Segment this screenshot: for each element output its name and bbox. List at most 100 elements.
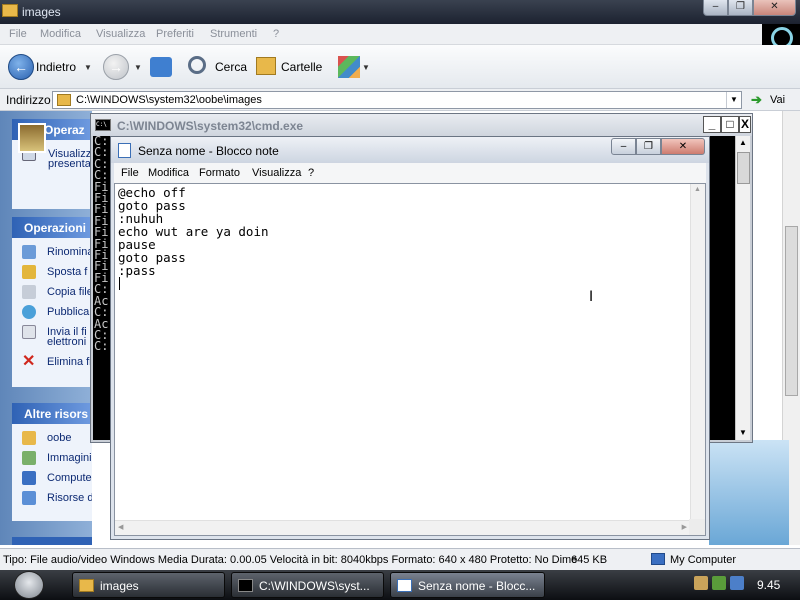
scrollbar-thumb[interactable]	[737, 152, 750, 184]
tray-app-icon[interactable]	[694, 576, 708, 590]
text-caret	[119, 277, 120, 290]
menu-preferiti[interactable]: Preferiti	[156, 28, 194, 40]
slideshow-task-line2[interactable]: presenta	[12, 158, 92, 172]
delete-task[interactable]: ✕ Elimina fi	[12, 352, 92, 372]
notepad-window[interactable]: Senza nome - Blocco note – ❐ ✕ File Modi…	[110, 136, 710, 540]
maximize-button[interactable]: ❐	[728, 0, 753, 16]
task-label: elettroni	[47, 336, 87, 348]
status-info: Tipo: File audio/video Windows Media Dur…	[3, 554, 578, 566]
windows-logo-icon	[762, 24, 800, 49]
pictures-folder-icon	[22, 451, 36, 465]
other-network[interactable]: Risorse di ret	[12, 488, 92, 508]
tray-shield-icon[interactable]	[712, 576, 726, 590]
back-arrow-icon[interactable]: ←	[8, 54, 34, 80]
other-oobe[interactable]: oobe	[12, 428, 92, 448]
scroll-down-icon[interactable]: ▼	[736, 426, 750, 440]
delete-x-icon: ✕	[22, 353, 36, 370]
scroll-up-icon[interactable]: ▲	[736, 136, 750, 150]
views-icon[interactable]	[338, 56, 360, 78]
taskbar-label: images	[100, 579, 139, 593]
np-menu-file[interactable]: File	[121, 167, 139, 179]
go-label: Vai	[770, 94, 786, 106]
computer-icon	[22, 471, 36, 485]
np-menu-modifica[interactable]: Modifica	[148, 167, 189, 179]
scrollbar-thumb[interactable]	[785, 226, 798, 396]
menu-strumenti[interactable]: Strumenti	[210, 28, 257, 40]
menu-visualizza[interactable]: Visualizza	[96, 28, 145, 40]
menu-modifica[interactable]: Modifica	[40, 28, 81, 40]
clock[interactable]: 9.45	[757, 578, 780, 592]
np-menu-help[interactable]: ?	[308, 167, 314, 179]
status-bar: Tipo: File audio/video Windows Media Dur…	[0, 548, 800, 570]
status-location: My Computer	[670, 554, 737, 566]
other-images[interactable]: Immagini	[12, 448, 92, 468]
cmd-icon	[238, 579, 253, 592]
notepad-title-bar[interactable]: Senza nome - Blocco note – ❐ ✕	[111, 137, 709, 163]
scroll-left-icon[interactable]: ◀	[118, 523, 123, 531]
rename-task[interactable]: Rinomina	[12, 242, 92, 262]
taskbar-button-cmd[interactable]: C:\WINDOWS\syst...	[231, 572, 384, 598]
taskbar-button-images[interactable]: images	[72, 572, 225, 598]
back-button[interactable]: Indietro	[36, 60, 76, 74]
taskbar-button-notepad[interactable]: Senza nome - Blocc...	[390, 572, 545, 598]
network-icon	[22, 491, 36, 505]
cmd-title-bar[interactable]: C:\ C:\WINDOWS\system32\cmd.exe _ □ X	[91, 114, 752, 136]
notepad-title: Senza nome - Blocco note	[138, 144, 279, 158]
notepad-minimize-button[interactable]: –	[611, 138, 636, 155]
start-button[interactable]	[14, 571, 44, 599]
search-icon[interactable]	[188, 56, 206, 74]
details-panel-collapsed[interactable]	[12, 537, 92, 545]
system-tray	[690, 576, 750, 594]
scrollbar-corner	[689, 519, 705, 535]
scroll-up-icon[interactable]: ▲	[694, 186, 701, 193]
folders-button[interactable]: Cartelle	[281, 60, 322, 74]
address-label: Indirizzo	[6, 93, 51, 107]
cmd-maximize-button[interactable]: □	[721, 116, 739, 133]
scroll-right-icon[interactable]: ▶	[682, 523, 687, 531]
minimize-button[interactable]: –	[703, 0, 728, 16]
explorer-menu-bar: File Modifica Visualizza Preferiti Strum…	[0, 24, 800, 45]
up-folder-icon[interactable]	[150, 57, 172, 77]
task-label: presenta	[48, 158, 91, 170]
notepad-maximize-button[interactable]: ❐	[636, 138, 661, 155]
address-input[interactable]: C:\WINDOWS\system32\oobe\images ▼	[52, 91, 742, 109]
move-task[interactable]: Sposta f	[12, 262, 92, 282]
cmd-minimize-button[interactable]: _	[703, 116, 721, 133]
back-dropdown-icon[interactable]: ▼	[84, 63, 92, 72]
computer-icon	[651, 553, 665, 565]
address-value: C:\WINDOWS\system32\oobe\images	[76, 94, 262, 106]
other-places-header[interactable]: Altre risors	[12, 403, 92, 424]
tray-network-icon[interactable]	[730, 576, 744, 590]
task-label: Rinomina	[47, 246, 92, 258]
notepad-text-area[interactable]: @echo off goto pass :nuhuh echo wut are …	[114, 183, 706, 536]
close-button[interactable]: ✕	[753, 0, 796, 16]
publish-task[interactable]: Pubblica	[12, 302, 92, 322]
cmd-scrollbar[interactable]: ▲ ▼	[735, 136, 750, 440]
menu-file[interactable]: File	[9, 28, 27, 40]
explorer-title-bar[interactable]: images – ❐ ✕	[0, 0, 800, 24]
cmd-close-button[interactable]: X	[739, 116, 751, 133]
address-dropdown-icon[interactable]: ▼	[726, 92, 741, 108]
cmd-icon: C:\	[95, 119, 111, 131]
notepad-vertical-scrollbar[interactable]: ▲	[690, 184, 705, 520]
ibeam-cursor-icon: I	[589, 289, 594, 305]
copy-task[interactable]: Copia file	[12, 282, 92, 302]
notepad-horizontal-scrollbar[interactable]: ◀ ▶	[115, 520, 690, 535]
notepad-close-button[interactable]: ✕	[661, 138, 705, 155]
search-button[interactable]: Cerca	[215, 60, 247, 74]
np-menu-visualizza[interactable]: Visualizza	[252, 167, 301, 179]
email-task-line2[interactable]: elettroni	[12, 336, 92, 348]
go-button[interactable]: ➔ Vai	[748, 92, 800, 109]
task-label: Copia file	[47, 286, 92, 298]
other-computer[interactable]: Computer	[12, 468, 92, 488]
views-dropdown-icon[interactable]: ▼	[362, 63, 370, 72]
task-label: Pubblica	[47, 306, 90, 318]
forward-arrow-icon[interactable]: →	[103, 54, 129, 80]
folders-icon[interactable]	[256, 57, 276, 75]
np-menu-formato[interactable]: Formato	[199, 167, 240, 179]
file-tasks-header[interactable]: Operazioni	[12, 217, 92, 238]
forward-dropdown-icon[interactable]: ▼	[134, 63, 142, 72]
taskbar-label: Senza nome - Blocc...	[418, 579, 536, 593]
menu-help[interactable]: ?	[273, 28, 279, 40]
go-arrow-icon: ➔	[751, 92, 762, 107]
